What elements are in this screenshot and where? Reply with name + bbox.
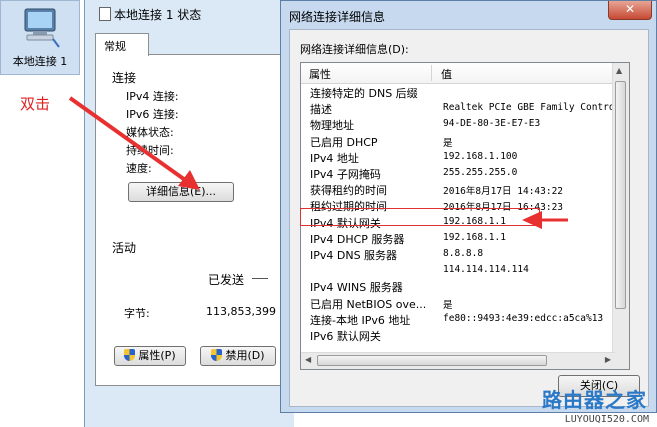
tab-general[interactable]: 常规 bbox=[95, 33, 149, 56]
watermark-logo: 路由器之家 bbox=[542, 388, 647, 412]
watermark-url: LUYOUQI520.COM bbox=[564, 414, 649, 425]
arrow-head-gateway bbox=[522, 211, 542, 229]
annotation-arrow-gateway bbox=[522, 211, 568, 229]
